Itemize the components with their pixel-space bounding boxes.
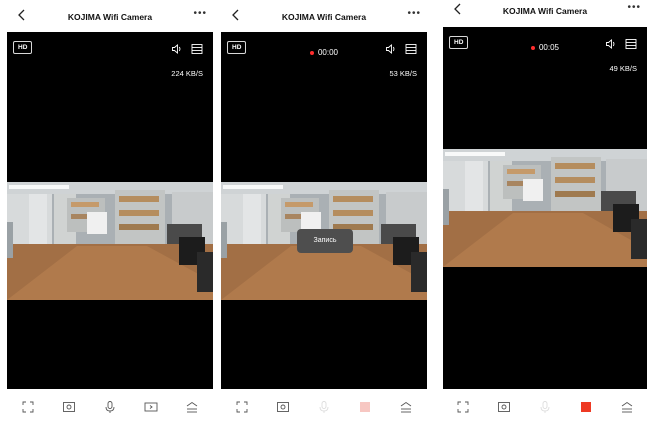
- control-bar: [221, 389, 427, 425]
- bitrate-label: 224 KB/S: [171, 69, 203, 78]
- camera-view[interactable]: HD 00:05 49 KB/S: [443, 27, 647, 389]
- camera-view[interactable]: HD 224 KB/S: [7, 32, 213, 389]
- more-options-icon[interactable]: •••: [627, 3, 641, 13]
- recording-dot: [309, 50, 314, 55]
- bitrate-label: 53 KB/S: [389, 69, 417, 78]
- more-options-icon[interactable]: •••: [407, 9, 421, 19]
- speaker-icon[interactable]: [171, 43, 183, 55]
- recording-toast: Запись: [297, 229, 353, 253]
- layout-icon[interactable]: [625, 38, 637, 50]
- stop-record-icon[interactable]: [358, 400, 372, 414]
- page-title: KOJIMA Wifi Camera: [281, 12, 367, 22]
- recording-time: 00:00: [317, 48, 339, 57]
- snapshot-icon[interactable]: [276, 400, 290, 414]
- expand-menu-icon[interactable]: [620, 400, 634, 414]
- microphone-icon: [319, 401, 329, 413]
- record-icon[interactable]: [144, 400, 158, 414]
- top-bar: KOJIMA Wifi Camera •••: [221, 0, 427, 32]
- expand-menu-icon[interactable]: [399, 400, 413, 414]
- layout-icon[interactable]: [191, 43, 203, 55]
- snapshot-icon[interactable]: [62, 400, 76, 414]
- screen-2: KOJIMA Wifi Camera ••• HD 00:00 53 KB/S: [221, 0, 427, 425]
- camera-feed-image: [443, 149, 647, 267]
- speaker-icon[interactable]: [385, 43, 397, 55]
- fullscreen-icon[interactable]: [235, 400, 249, 414]
- page-title: KOJIMA Wifi Camera: [502, 6, 588, 16]
- microphone-icon[interactable]: [103, 400, 117, 414]
- recording-time: 00:05: [538, 43, 560, 52]
- control-bar: [7, 389, 213, 425]
- screen-1: KOJIMA Wifi Camera ••• HD 224 KB/S: [7, 0, 213, 425]
- camera-feed-image: [7, 182, 213, 300]
- top-bar: KOJIMA Wifi Camera •••: [7, 0, 213, 32]
- top-bar: KOJIMA Wifi Camera •••: [443, 0, 647, 26]
- camera-view[interactable]: HD 00:00 53 KB/S Запись: [221, 32, 427, 389]
- screen-3: KOJIMA Wifi Camera ••• HD 00:05 49 KB/S: [443, 0, 647, 425]
- recording-dot: [530, 45, 535, 50]
- stop-record-icon[interactable]: [579, 400, 593, 414]
- page-title: KOJIMA Wifi Camera: [67, 12, 153, 22]
- layout-icon[interactable]: [405, 43, 417, 55]
- more-options-icon[interactable]: •••: [193, 9, 207, 19]
- snapshot-icon[interactable]: [497, 400, 511, 414]
- fullscreen-icon[interactable]: [21, 400, 35, 414]
- microphone-icon: [540, 401, 550, 413]
- bitrate-label: 49 KB/S: [609, 64, 637, 73]
- expand-menu-icon[interactable]: [185, 400, 199, 414]
- quality-toggle-button[interactable]: HD: [13, 41, 33, 54]
- control-bar: [443, 389, 647, 425]
- fullscreen-icon[interactable]: [456, 400, 470, 414]
- speaker-icon[interactable]: [605, 38, 617, 50]
